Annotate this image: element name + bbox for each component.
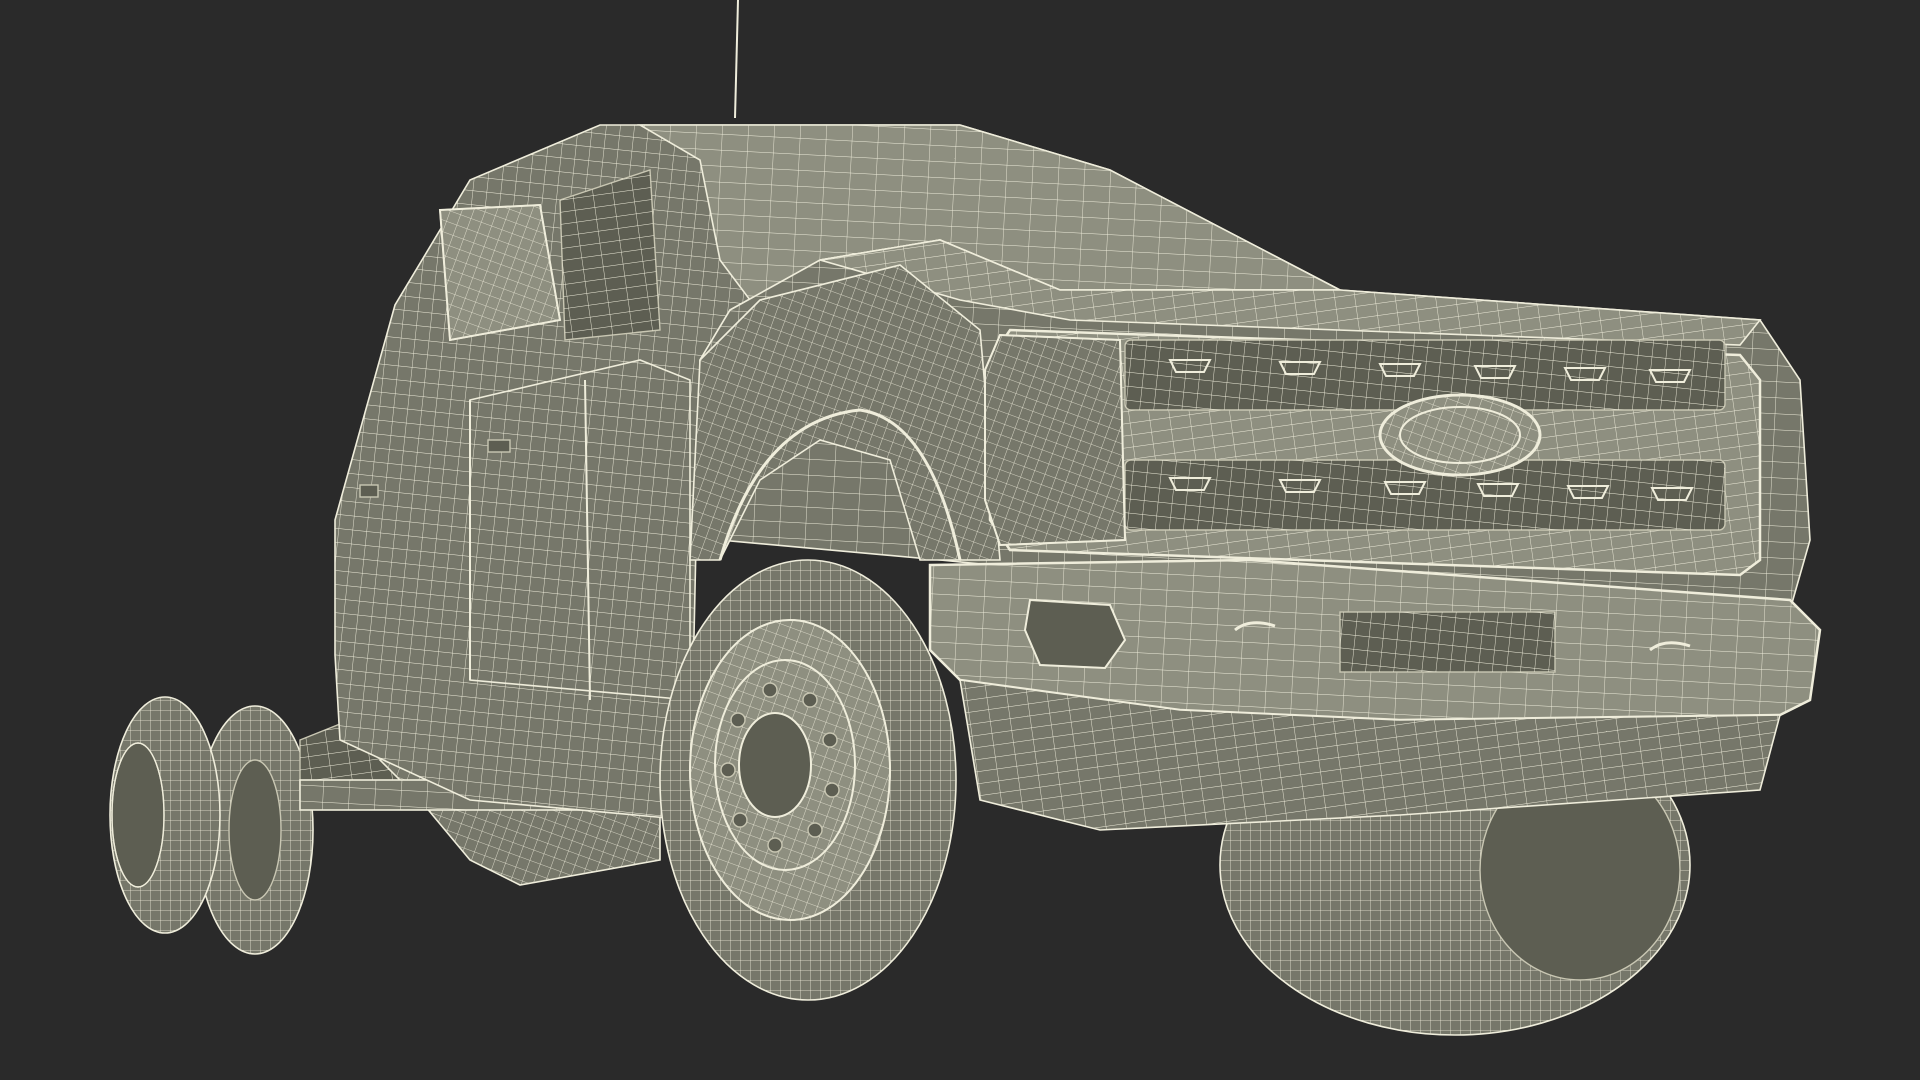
truck-wireframe-render bbox=[0, 0, 1920, 1080]
front-bumper bbox=[928, 558, 1822, 831]
headlight bbox=[984, 333, 1127, 547]
fog-light-icon bbox=[1024, 599, 1126, 669]
front-left-wheel bbox=[659, 559, 957, 1001]
render-viewport bbox=[0, 0, 1920, 1080]
door-handle-icon bbox=[487, 439, 511, 453]
door-handle-icon bbox=[359, 484, 379, 498]
